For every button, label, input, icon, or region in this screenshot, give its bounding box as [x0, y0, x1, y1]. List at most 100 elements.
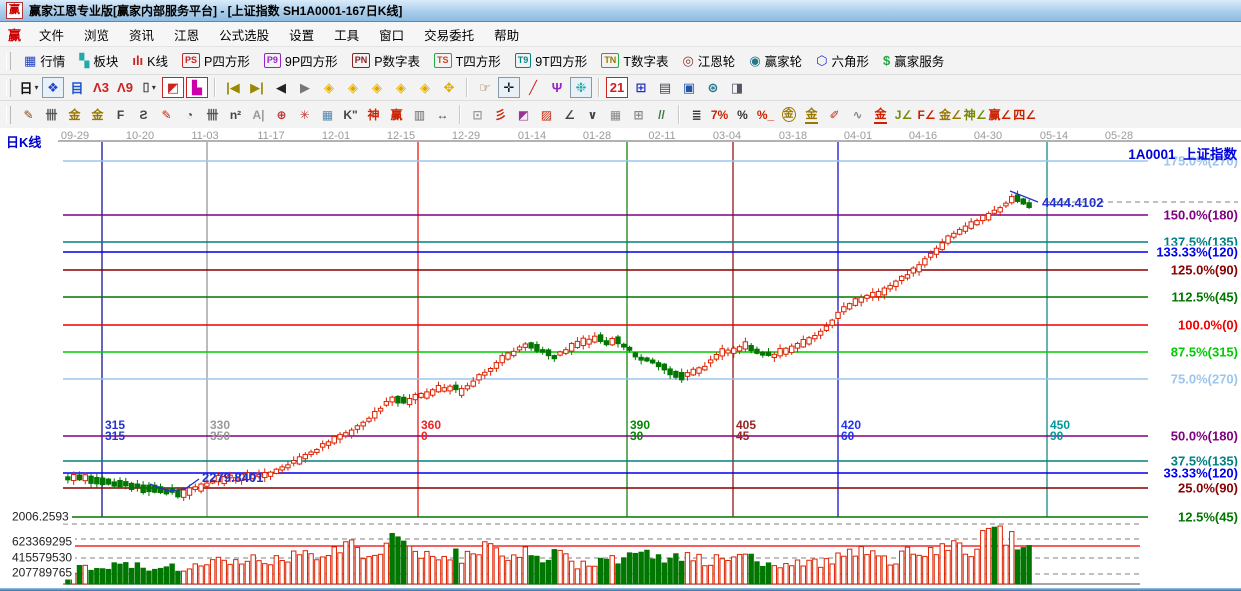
hash-ruler-tool-button[interactable]: 卌: [202, 104, 223, 125]
9t-square-button[interactable]: T9 9T四方形: [508, 49, 595, 72]
red-compass-tool-button[interactable]: ✎: [156, 104, 177, 125]
menu-item-file[interactable]: 文件: [29, 23, 74, 46]
volume-profile-tool-button[interactable]: ▙: [186, 77, 208, 98]
wave-9-tool-button[interactable]: Λ9: [114, 77, 136, 98]
mind-map-tool-button[interactable]: ❉: [570, 77, 592, 98]
diamond-cross-button-button[interactable]: ◈: [390, 77, 412, 98]
matrix-grid-tool-button[interactable]: ▦: [605, 104, 626, 125]
market-quotes-button[interactable]: ▦ 行情: [17, 49, 72, 72]
gold-level-tool-button[interactable]: 金: [801, 104, 822, 125]
fan-square-tool-button[interactable]: ◩: [513, 104, 534, 125]
zigzag-tool-button[interactable]: ∨: [582, 104, 603, 125]
next-bar-button-button[interactable]: ▶: [294, 77, 316, 98]
trendline-tool-button[interactable]: ╱: [522, 77, 544, 98]
instrument-name: 上证指数: [1183, 147, 1237, 162]
diamond-right-button-button[interactable]: ◈: [342, 77, 364, 98]
calculator-tool-button[interactable]: ⊞: [630, 77, 652, 98]
parallel-rays-tool-button[interactable]: //: [651, 104, 672, 125]
notepad-tool-button[interactable]: ▤: [654, 77, 676, 98]
p-number-table-button[interactable]: PN P数字表: [345, 49, 427, 72]
chart-area[interactable]: 09-29 10-20 11-03 11-17 12-01 12-15 12-29 01-14…: [0, 128, 1241, 591]
hexagon-button[interactable]: ⬡ 六角形: [809, 49, 876, 72]
net-grid-tool-button[interactable]: ▦: [317, 104, 338, 125]
gann-shape-tool-button[interactable]: ◩: [162, 77, 184, 98]
ladder-table-tool-button[interactable]: ≣: [686, 104, 707, 125]
f-angle-tool-button[interactable]: F∠: [916, 104, 937, 125]
wave-3-tool-button[interactable]: Λ3: [90, 77, 112, 98]
period-day-selector-button[interactable]: 日 ▾: [18, 77, 40, 98]
snapshot-tool-button[interactable]: ◨: [726, 77, 748, 98]
channel-tool-button[interactable]: A|: [248, 104, 269, 125]
square-fan-tool-button[interactable]: ▨: [536, 104, 557, 125]
menu-item-trade-order[interactable]: 交易委托: [414, 23, 484, 46]
9p-square-button[interactable]: P9 9P四方形: [257, 49, 345, 72]
save-tool-button[interactable]: ▣: [678, 77, 700, 98]
ruler-band-tool-button[interactable]: ▥: [409, 104, 430, 125]
diamond-expand-button-button[interactable]: ◈: [414, 77, 436, 98]
t-number-table-button[interactable]: TN T数字表: [594, 49, 675, 72]
prev-bar-button-button[interactable]: ◀: [270, 77, 292, 98]
n-square-tool-button[interactable]: n²: [225, 104, 246, 125]
menu-item-window[interactable]: 窗口: [369, 23, 414, 46]
time-cycle-clock-tool-button[interactable]: ◔: [179, 104, 200, 125]
star-burst-tool-icon: ✳: [299, 107, 310, 122]
pan-hand-tool-button[interactable]: ☞: [474, 77, 496, 98]
gold-ruler-a-tool-button[interactable]: 金: [64, 104, 85, 125]
marker-pen-tool-button[interactable]: ✐: [824, 104, 845, 125]
si-angle-tool-button[interactable]: 四∠: [1013, 104, 1036, 125]
menu-item-browse[interactable]: 浏览: [74, 23, 119, 46]
k-quote-tool-button[interactable]: K": [340, 104, 361, 125]
win-angle-tool-button[interactable]: 赢∠: [989, 104, 1012, 125]
t-square-button[interactable]: TS T四方形: [427, 49, 508, 72]
shen-mark-tool-button[interactable]: 神: [363, 104, 384, 125]
share-web-tool-button[interactable]: ⊛: [702, 77, 724, 98]
compass-tool-button[interactable]: ✎: [18, 104, 39, 125]
percent-tool-button[interactable]: %: [732, 104, 753, 125]
sectors-button[interactable]: ▚ 板块: [72, 49, 125, 72]
j-angle-tool-button[interactable]: J∠: [893, 104, 914, 125]
p-square-button[interactable]: PS P四方形: [175, 49, 257, 72]
gann-pattern-tool-button[interactable]: ❖: [42, 77, 64, 98]
candle-style-selector-button[interactable]: ⌷ ▾: [138, 77, 160, 98]
menu-item-tools[interactable]: 工具: [324, 23, 369, 46]
diamond-move-button-button[interactable]: ✥: [438, 77, 460, 98]
menu-item-gann[interactable]: 江恩: [164, 23, 209, 46]
gold-angle-tool-button[interactable]: 金∠: [939, 104, 962, 125]
target-circle-tool-button[interactable]: ⊕: [271, 104, 292, 125]
gann-fan-tool-button[interactable]: 彡: [490, 104, 511, 125]
first-bar-button-button[interactable]: |◀: [222, 77, 244, 98]
scale-ruler-tool-button[interactable]: 卌: [41, 104, 62, 125]
gold-ruler-b-tool-button[interactable]: 金: [87, 104, 108, 125]
kline-button[interactable]: ılı K线: [125, 49, 175, 72]
win-mark-tool-button[interactable]: 赢: [386, 104, 407, 125]
gann-wheel-button[interactable]: ◎ 江恩轮: [675, 49, 742, 72]
menu-item-help[interactable]: 帮助: [484, 23, 529, 46]
menu-item-news[interactable]: 资讯: [119, 23, 164, 46]
crosshair-tool-button[interactable]: ✛: [498, 77, 520, 98]
shen-angle-tool-button[interactable]: 神∠: [964, 104, 987, 125]
matrix-arrow-tool-button[interactable]: ⊞: [628, 104, 649, 125]
percent-line-tool-button[interactable]: %_: [755, 104, 776, 125]
diamond-hspan-button-button[interactable]: ◈: [366, 77, 388, 98]
gold-base-tool-button[interactable]: 金: [870, 104, 891, 125]
winner-service-button[interactable]: $ 赢家服务: [876, 49, 951, 72]
wave-band-tool-button[interactable]: ∿: [847, 104, 868, 125]
s-cycle-tool-button[interactable]: Ƨ: [133, 104, 154, 125]
percent-zone-tool-button[interactable]: 7%: [709, 104, 730, 125]
info-doc-tool-button[interactable]: 目: [66, 77, 88, 98]
winner-wheel-button[interactable]: ◉ 赢家轮: [742, 49, 809, 72]
menu-item-settings[interactable]: 设置: [279, 23, 324, 46]
gold-circle-tool-button[interactable]: 金: [778, 104, 799, 125]
menu-item-formula-stock-pick[interactable]: 公式选股: [209, 23, 279, 46]
last-bar-button-button[interactable]: ▶|: [246, 77, 268, 98]
f-ruler-tool-button[interactable]: F: [110, 104, 131, 125]
calendar-tool-button[interactable]: 21: [606, 77, 628, 98]
h-span-tool-button[interactable]: ↔: [432, 104, 453, 125]
box-select-tool-button[interactable]: ⊡: [467, 104, 488, 125]
seal-tool-button[interactable]: Ψ: [546, 77, 568, 98]
star-burst-tool-button[interactable]: ✳: [294, 104, 315, 125]
square-fan-tool-icon: ▨: [540, 107, 553, 122]
p-square-icon: PS: [182, 53, 201, 68]
diamond-left-button-button[interactable]: ◈: [318, 77, 340, 98]
multi-angle-tool-button[interactable]: ∠: [559, 104, 580, 125]
